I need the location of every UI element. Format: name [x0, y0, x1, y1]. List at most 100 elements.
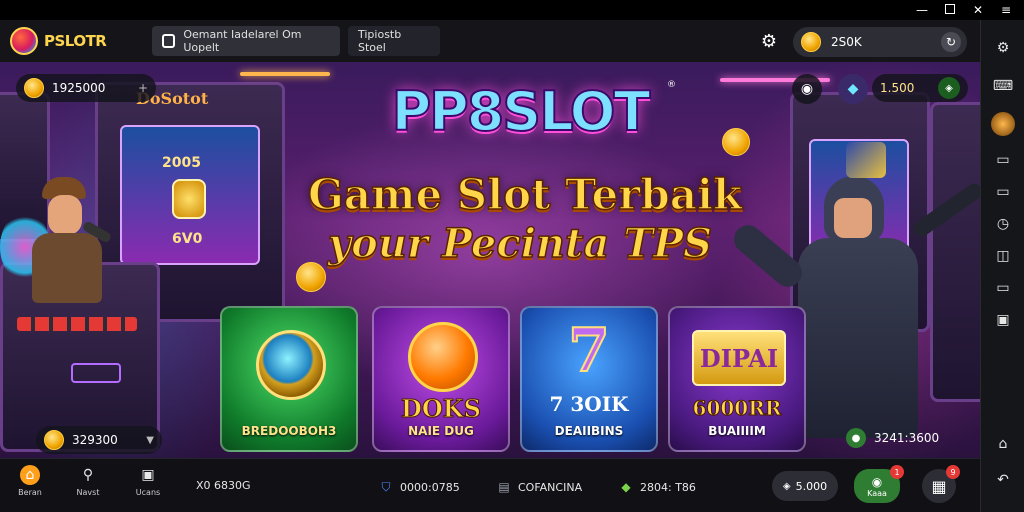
headline-primary: Game Slot Terbaik	[307, 169, 743, 220]
bottom-right-stat-value: 3241:3600	[874, 431, 940, 445]
stat-gem[interactable]: ◆ 2804: T86	[618, 479, 696, 495]
restore-button[interactable]	[942, 2, 958, 18]
game-card-golden-seven[interactable]: 7 7 3OIK DEAIIBINS	[520, 306, 658, 452]
refresh-icon[interactable]: ↻	[941, 32, 961, 52]
bottom-right-stat: ● 3241:3600	[846, 428, 939, 448]
sidebar-multi[interactable]: ▣	[991, 308, 1015, 332]
notification-badge: 1	[890, 465, 904, 479]
back-icon: ↶	[997, 472, 1009, 488]
bet-button[interactable]: ◉ Kaaa 1	[854, 465, 904, 503]
keyboard-icon: ⌨	[992, 78, 1014, 94]
left-arm	[728, 219, 808, 293]
chevron-down-icon[interactable]: ▼	[146, 435, 154, 446]
bet-icon: ◉	[871, 474, 883, 489]
left-singer-character	[22, 177, 113, 317]
more-button[interactable]: ≡	[998, 2, 1014, 18]
nav-search[interactable]: ⚲ Navst	[68, 465, 108, 507]
sidebar-app-avatar[interactable]	[991, 112, 1015, 136]
game-card-label: NAIE DUG	[408, 424, 474, 438]
bag-icon: ▣	[141, 467, 155, 483]
bet-label: Kaaa	[867, 488, 887, 498]
jacket	[32, 233, 102, 303]
tab-1[interactable]: Tipiostb Stoel	[348, 26, 440, 56]
home-icon: ⌂	[998, 436, 1008, 452]
stat-value: COFANCINA	[518, 480, 583, 494]
hero-banner[interactable]: 2005 6V0 DoSotot PP8SLOT ® Game Slot Ter…	[0, 62, 980, 458]
minimize-button[interactable]: —	[914, 2, 930, 18]
game-card-title: 7 3OIK	[549, 392, 629, 416]
nav-bag[interactable]: ▣ Ucans	[128, 465, 168, 507]
diamond-icon: ◈	[938, 77, 960, 99]
stat-box[interactable]: ▤ COFANCINA	[496, 479, 582, 495]
sidebar-record[interactable]: ◷	[991, 212, 1015, 236]
face	[48, 195, 82, 235]
tab-0[interactable]: Oemant Iadelarel Om Uopelt	[152, 26, 340, 56]
neon-light	[240, 72, 330, 76]
gem-icon: ◆	[847, 81, 859, 97]
brand-title: PP8SLOT	[391, 79, 652, 144]
game-card-label: DEAIIBINS	[554, 424, 624, 438]
camera-icon: ◉	[800, 81, 814, 97]
window-title-bar: — ✕ ≡	[0, 0, 1024, 20]
grid-button[interactable]: ▦ 9	[922, 465, 960, 503]
plus-icon[interactable]: +	[138, 81, 148, 95]
sidebar-volume[interactable]: ◫	[991, 244, 1015, 268]
sidebar-home[interactable]: ⌂	[991, 432, 1015, 456]
amount-value: 5.000	[795, 479, 828, 493]
coin-icon	[722, 128, 750, 156]
user-icon: ●	[846, 428, 866, 448]
tab-label: Oemant Iadelarel Om Uopelt	[183, 28, 302, 54]
volume-icon: ◫	[996, 248, 1010, 264]
sidebar-keyboard[interactable]: ⌨	[991, 74, 1015, 98]
orange-orb-icon	[408, 322, 478, 392]
sidebar-folder[interactable]: ▭	[991, 180, 1015, 204]
diamond-icon: ◈	[782, 480, 791, 492]
tab-app-icon	[162, 34, 176, 48]
settings-button[interactable]: ⚙	[758, 30, 780, 52]
sidebar-screenshot[interactable]: ▭	[991, 148, 1015, 172]
nav-home[interactable]: ⌂ Beran	[10, 465, 50, 507]
gold-plaque-icon: DIPAI	[692, 330, 786, 386]
registered-mark: ®	[667, 80, 676, 90]
app-logo[interactable]: PSLOTR	[10, 27, 107, 55]
camera-button[interactable]: ◉	[792, 74, 822, 104]
folder-icon: ▭	[996, 184, 1010, 200]
sidebar-back[interactable]: ↶	[991, 468, 1015, 492]
arcade-screen-text-2: 6V0	[172, 231, 203, 247]
stat-shield[interactable]: ⛉ 0000:0785	[378, 479, 459, 495]
rotate-icon: ▭	[996, 280, 1010, 296]
game-card-orange-orb[interactable]: DOKS NAIE DUG	[372, 306, 510, 452]
chip-value: 1925000	[52, 81, 106, 95]
sidebar-rotate[interactable]: ▭	[991, 276, 1015, 300]
gem-button[interactable]: ◆	[838, 74, 868, 104]
logo-text: PSLOTR	[44, 32, 107, 50]
emulator-sidebar: ⚙ ⌨ ▭ ▭ ◷ ◫ ▭ ▣ ⌂ ↶	[980, 20, 1024, 512]
game-card-label: BREDOOBOH3	[241, 424, 337, 438]
banner-flag	[846, 142, 886, 178]
close-button[interactable]: ✕	[970, 2, 986, 18]
amount-pill[interactable]: ◈ 5.000	[772, 471, 838, 501]
record-icon: ◷	[996, 216, 1010, 232]
game-card-label: BUAIIIIM	[708, 424, 766, 438]
shield-icon: ⛉	[381, 479, 391, 494]
top-left-balance-chip[interactable]: 1925000 +	[16, 74, 156, 102]
home-icon: ⌂	[20, 465, 40, 485]
grid-icon: ▦	[931, 476, 947, 496]
game-card-emerald-shield[interactable]: BREDOOBOH3	[220, 306, 358, 452]
game-card-title: 6000RR	[692, 396, 782, 421]
logo-mark-icon	[10, 27, 38, 55]
nav-label: Beran	[18, 488, 42, 497]
screenshot-icon: ▭	[996, 152, 1010, 168]
headline-secondary: your Pecinta TPS	[327, 219, 713, 268]
chip-value: 329300	[72, 433, 118, 447]
bottom-navigation: ⌂ Beran ⚲ Navst ▣ Ucans X0 6830G ⛉ 0000:…	[0, 458, 980, 512]
sidebar-settings[interactable]: ⚙	[991, 36, 1015, 60]
game-card-dipai-gold[interactable]: DIPAI 6000RR BUAIIIIM	[668, 306, 806, 452]
face	[834, 198, 872, 238]
bottom-left-balance-chip[interactable]: 329300 ▼	[36, 426, 162, 454]
header-balance[interactable]: 2S0K ↻	[793, 27, 967, 57]
right-balance-chip[interactable]: 1.500 ◈	[872, 74, 968, 102]
gear-icon: ⚙	[996, 40, 1010, 56]
coin-icon	[44, 430, 64, 450]
tab-label: Tipiostb Stoel	[358, 28, 402, 54]
